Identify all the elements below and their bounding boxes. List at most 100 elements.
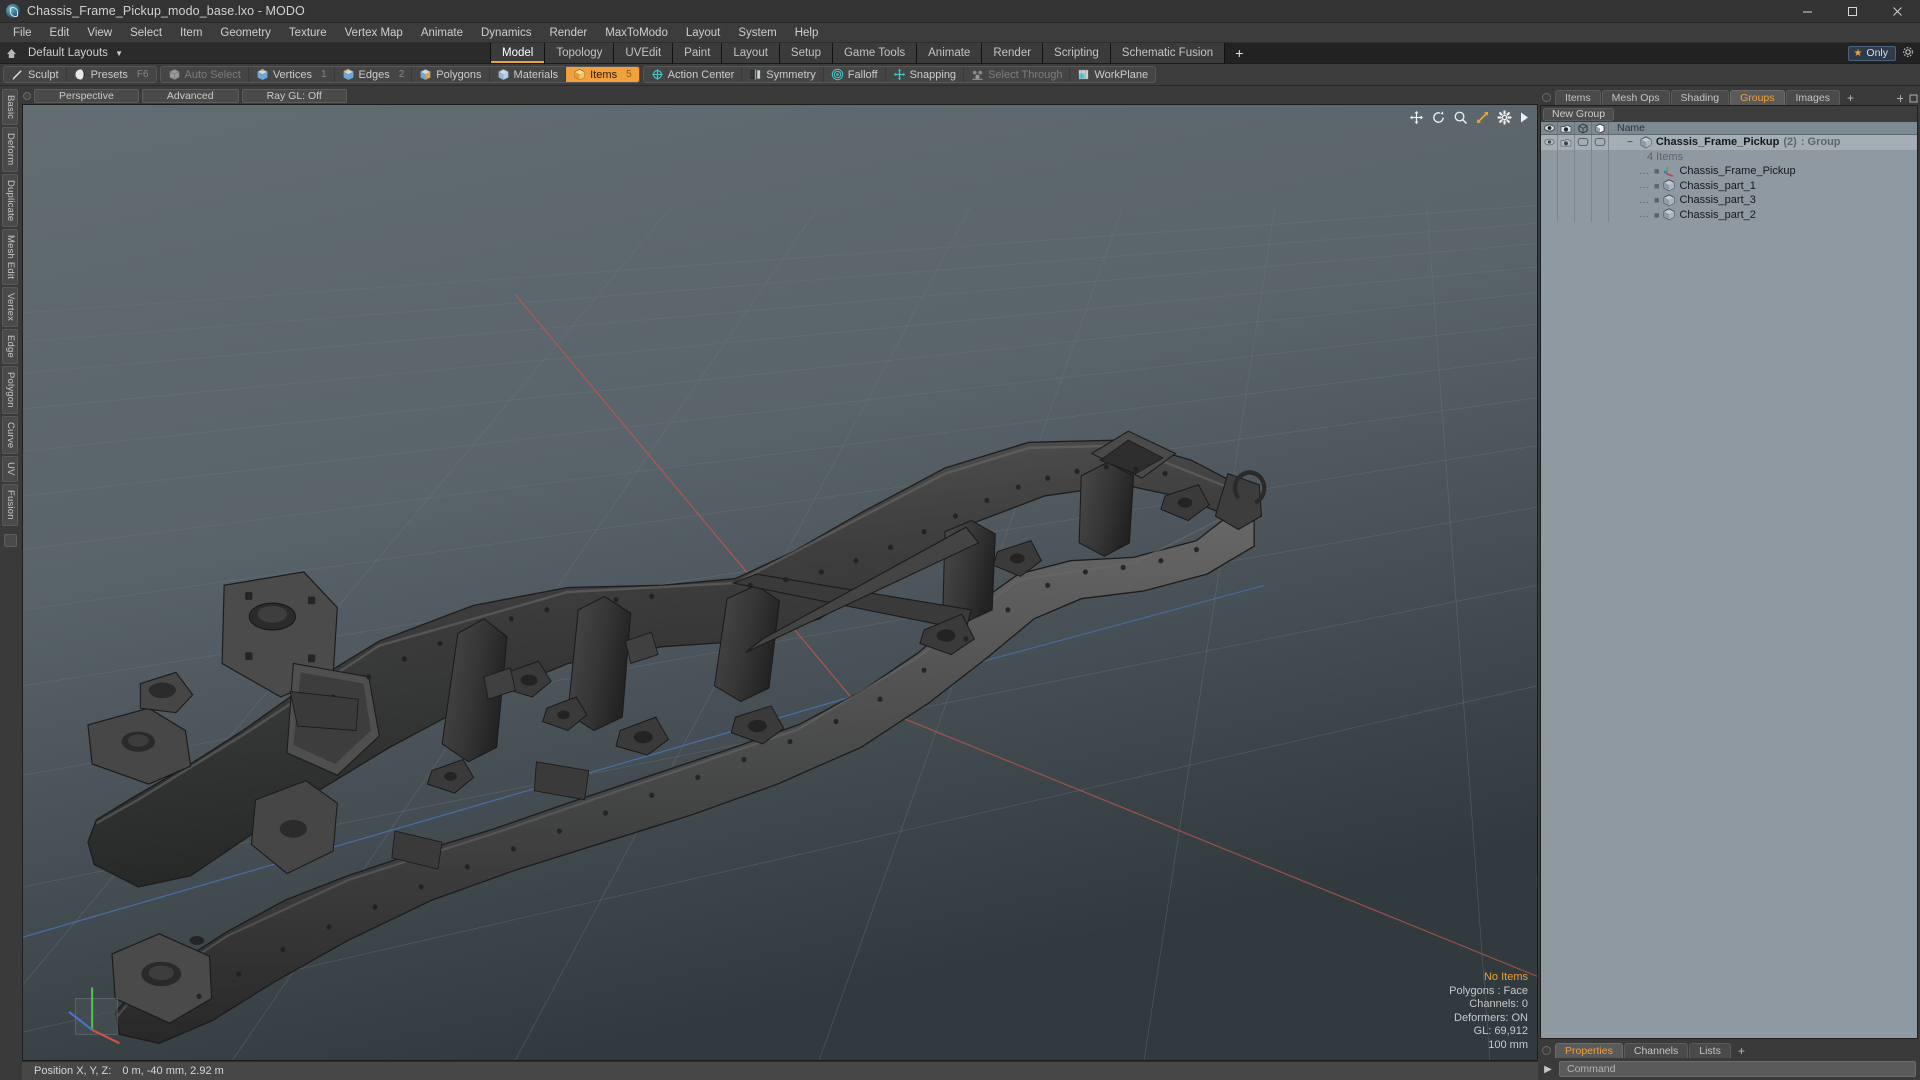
zoom-icon[interactable] xyxy=(1453,110,1468,125)
layout-tab-scripting[interactable]: Scripting xyxy=(1043,43,1111,63)
presets-button[interactable]: Presets F6 xyxy=(67,67,156,82)
home-icon[interactable] xyxy=(0,48,22,59)
bottom-panel-menu-dot[interactable] xyxy=(1542,1046,1551,1055)
viewport-tab-raygl[interactable]: Ray GL: Off xyxy=(241,89,347,103)
menu-file[interactable]: File xyxy=(4,23,41,43)
row-wireframe-toggle[interactable] xyxy=(1575,193,1592,208)
column-visible-eye-icon[interactable] xyxy=(1541,122,1558,134)
row-wireframe-toggle[interactable] xyxy=(1575,149,1592,164)
layout-tab-render[interactable]: Render xyxy=(982,43,1044,63)
row-shaded-toggle[interactable] xyxy=(1592,149,1609,164)
layout-tab-model[interactable]: Model xyxy=(490,43,546,63)
minimize-icon[interactable] xyxy=(1785,0,1830,23)
items-button[interactable]: Items 5 xyxy=(566,67,639,82)
new-group-button[interactable]: New Group xyxy=(1543,107,1615,121)
row-shaded-toggle[interactable] xyxy=(1592,193,1609,208)
column-shaded-cube-icon[interactable] xyxy=(1592,122,1609,134)
menu-texture[interactable]: Texture xyxy=(280,23,336,43)
menu-edit[interactable]: Edit xyxy=(41,23,79,43)
row-shaded-toggle[interactable] xyxy=(1592,135,1609,150)
tool-panel-toggle[interactable] xyxy=(3,533,17,547)
row-visible-toggle[interactable] xyxy=(1541,178,1558,193)
tree-expander[interactable]: − xyxy=(1627,137,1634,148)
row-wireframe-toggle[interactable] xyxy=(1575,207,1592,222)
tab-properties[interactable]: Properties xyxy=(1555,1043,1623,1058)
right-panel-corner-controls[interactable] xyxy=(1896,94,1918,105)
row-render-toggle[interactable] xyxy=(1558,149,1575,164)
menu-view[interactable]: View xyxy=(78,23,121,43)
column-wireframe-cube-icon[interactable] xyxy=(1575,122,1592,134)
tool-tab-basic[interactable]: Basic xyxy=(2,89,18,126)
menu-render[interactable]: Render xyxy=(540,23,596,43)
viewport-3d[interactable]: No Items Polygons : Face Channels: 0 Def… xyxy=(22,104,1538,1061)
row-render-toggle[interactable] xyxy=(1558,207,1575,222)
command-input[interactable]: Command xyxy=(1559,1061,1916,1077)
edges-button[interactable]: Edges 2 xyxy=(335,67,413,82)
row-shaded-toggle[interactable] xyxy=(1592,164,1609,179)
layout-tab-topology[interactable]: Topology xyxy=(545,43,615,63)
layout-tab-paint[interactable]: Paint xyxy=(673,43,723,63)
falloff-button[interactable]: Falloff xyxy=(824,67,886,82)
row-render-toggle[interactable] xyxy=(1558,193,1575,208)
auto-select-button[interactable]: Auto Select xyxy=(161,67,249,82)
only-button[interactable]: ★ Only xyxy=(1848,45,1896,61)
workplane-button[interactable]: WorkPlane xyxy=(1070,67,1155,82)
sculpt-button[interactable]: Sculpt xyxy=(4,67,67,82)
gear-icon[interactable] xyxy=(1902,46,1914,61)
materials-button[interactable]: Materials xyxy=(490,67,567,82)
polygons-button[interactable]: Polygons xyxy=(412,67,490,82)
tool-tab-fusion[interactable]: Fusion xyxy=(2,483,18,526)
viewport-tab-advanced[interactable]: Advanced xyxy=(141,89,239,103)
action-center-button[interactable]: Action Center xyxy=(644,67,743,82)
add-layout-tab-button[interactable]: + xyxy=(1225,43,1253,63)
add-right-panel-tab-button[interactable]: + xyxy=(1841,90,1860,105)
menu-maxtomodo[interactable]: MaxToModo xyxy=(596,23,677,43)
row-render-toggle[interactable] xyxy=(1558,164,1575,179)
row-wireframe-toggle[interactable] xyxy=(1575,135,1592,150)
tool-tab-polygon[interactable]: Polygon xyxy=(2,366,18,414)
menu-help[interactable]: Help xyxy=(786,23,828,43)
tab-items[interactable]: Items xyxy=(1555,90,1601,105)
table-row[interactable]: … ■ Chassis_part_2 xyxy=(1541,207,1917,222)
layout-tab-setup[interactable]: Setup xyxy=(779,43,833,63)
tool-tab-uv[interactable]: UV xyxy=(2,456,18,482)
row-render-toggle[interactable] xyxy=(1558,135,1575,150)
tab-groups[interactable]: Groups xyxy=(1730,90,1785,105)
maximize-icon[interactable] xyxy=(1830,0,1875,23)
pan-icon[interactable] xyxy=(1409,110,1424,125)
row-visible-toggle[interactable] xyxy=(1541,207,1558,222)
panel-expand-icon[interactable] xyxy=(1896,94,1905,103)
menu-geometry[interactable]: Geometry xyxy=(211,23,280,43)
row-shaded-toggle[interactable] xyxy=(1592,178,1609,193)
chevron-right-icon[interactable]: ▶ xyxy=(1542,1064,1554,1075)
table-row[interactable]: − Chassis_Frame_Pickup (2) : Group xyxy=(1541,135,1917,150)
vertices-button[interactable]: Vertices 1 xyxy=(249,67,335,82)
rotate-icon[interactable] xyxy=(1431,110,1446,125)
right-panel-menu-dot[interactable] xyxy=(1542,93,1551,102)
layout-tab-uvedit[interactable]: UVEdit xyxy=(614,43,674,63)
tab-channels[interactable]: Channels xyxy=(1623,1043,1689,1058)
panel-popout-icon[interactable] xyxy=(1909,94,1918,103)
table-row[interactable]: … ■ Chassis_Frame_Pickup xyxy=(1541,164,1917,179)
tool-tab-mesh-edit[interactable]: Mesh Edit xyxy=(2,229,18,286)
layout-tab-animate[interactable]: Animate xyxy=(917,43,983,63)
tool-tab-duplicate[interactable]: Duplicate xyxy=(2,173,18,227)
layout-tab-game-tools[interactable]: Game Tools xyxy=(832,43,918,63)
column-render-camera-icon[interactable] xyxy=(1558,122,1575,134)
table-row[interactable]: … ■ Chassis_part_1 xyxy=(1541,178,1917,193)
add-bottom-tab-button[interactable]: + xyxy=(1732,1043,1751,1058)
close-icon[interactable] xyxy=(1875,0,1920,23)
layout-tab-layout[interactable]: Layout xyxy=(722,43,780,63)
settings-gear-icon[interactable] xyxy=(1497,110,1512,125)
tab-images[interactable]: Images xyxy=(1785,90,1840,105)
table-row[interactable]: … ■ Chassis_part_3 xyxy=(1541,193,1917,208)
tab-shading[interactable]: Shading xyxy=(1670,90,1730,105)
row-visible-toggle[interactable] xyxy=(1541,135,1558,150)
layout-tab-schematic-fusion[interactable]: Schematic Fusion xyxy=(1110,43,1226,63)
row-visible-toggle[interactable] xyxy=(1541,149,1558,164)
viewport-tab-perspective[interactable]: Perspective xyxy=(34,89,139,103)
row-render-toggle[interactable] xyxy=(1558,178,1575,193)
menu-animate[interactable]: Animate xyxy=(412,23,472,43)
menu-vertex-map[interactable]: Vertex Map xyxy=(336,23,412,43)
tab-mesh-ops[interactable]: Mesh Ops xyxy=(1601,90,1670,105)
